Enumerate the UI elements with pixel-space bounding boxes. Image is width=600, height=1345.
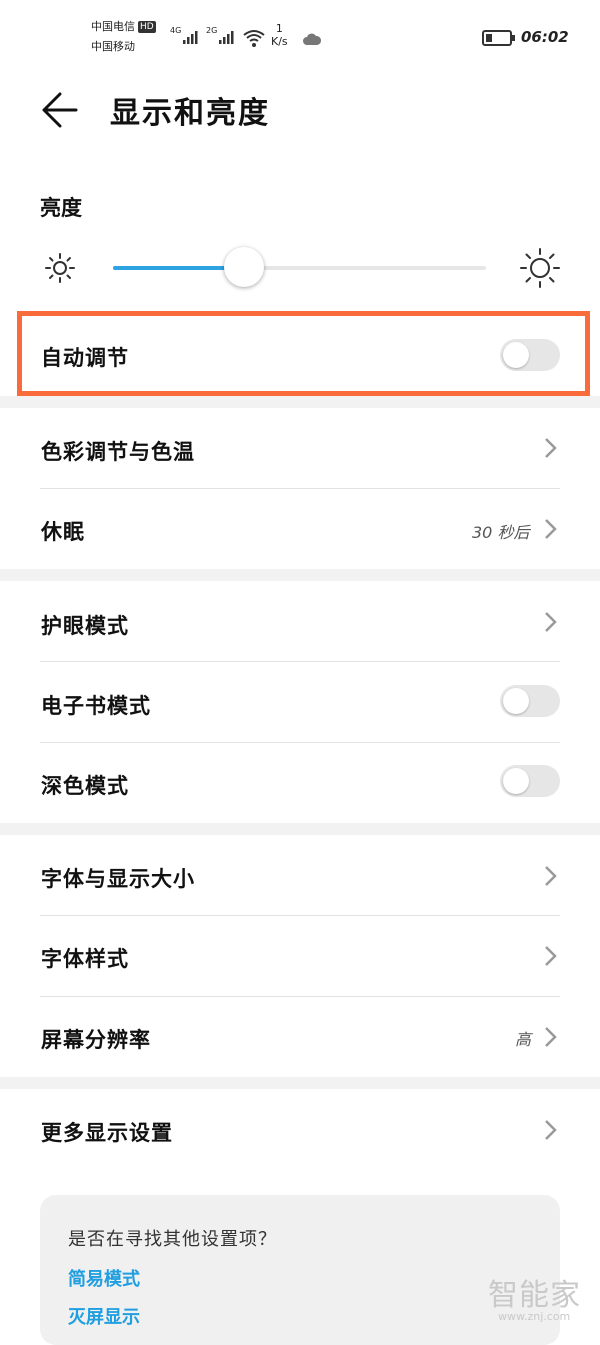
watermark-url: www.znj.com xyxy=(498,1310,571,1323)
hd-badge: HD xyxy=(138,21,156,33)
row-screen-resolution[interactable]: 屏幕分辨率 高 xyxy=(0,997,600,1077)
row-color-temperature[interactable]: 色彩调节与色温 xyxy=(0,408,600,488)
row-ebook-mode[interactable]: 电子书模式 xyxy=(0,662,600,742)
chevron-right-icon xyxy=(545,946,557,966)
chevron-right-icon xyxy=(545,1027,557,1047)
network-type-2: 2G xyxy=(206,26,218,35)
signal-icon xyxy=(183,31,198,44)
brightness-slider[interactable] xyxy=(113,247,486,287)
row-label: 字体与显示大小 xyxy=(41,867,195,891)
carrier-primary-label: 中国电信 xyxy=(91,20,135,33)
cloud-icon xyxy=(303,33,322,45)
row-label: 屏幕分辨率 xyxy=(41,1028,151,1052)
carrier-secondary: 中国移动 xyxy=(91,40,135,53)
ebook-mode-toggle[interactable] xyxy=(500,685,560,717)
row-label: 护眼模式 xyxy=(41,614,129,638)
chevron-right-icon xyxy=(545,612,557,632)
dark-mode-toggle[interactable] xyxy=(500,765,560,797)
network-type-1: 4G xyxy=(170,26,182,35)
watermark-logo: 智能家 xyxy=(488,1278,581,1313)
row-label: 更多显示设置 xyxy=(41,1121,173,1145)
row-label: 字体样式 xyxy=(41,947,129,971)
toggle-knob xyxy=(503,768,529,794)
section-gap xyxy=(0,1077,600,1089)
status-time: 06:02 xyxy=(521,28,569,46)
row-label: 深色模式 xyxy=(41,774,129,798)
row-font-display-size[interactable]: 字体与显示大小 xyxy=(0,835,600,915)
row-label: 色彩调节与色温 xyxy=(41,440,195,464)
sun-large-icon xyxy=(520,248,560,288)
link-simple-mode[interactable]: 简易模式 xyxy=(68,1265,140,1291)
resolution-value: 高 xyxy=(515,1030,532,1049)
chevron-right-icon xyxy=(545,519,557,539)
chevron-right-icon xyxy=(545,438,557,458)
row-font-style[interactable]: 字体样式 xyxy=(0,916,600,996)
row-more-display-settings[interactable]: 更多显示设置 xyxy=(0,1089,600,1169)
back-arrow-icon[interactable] xyxy=(38,88,82,132)
suggestions-title: 是否在寻找其他设置项？ xyxy=(68,1229,277,1250)
signal-icon-2 xyxy=(219,31,234,44)
page-title: 显示和亮度 xyxy=(110,96,270,131)
carrier-primary: 中国电信 HD xyxy=(91,20,156,34)
brightness-label: 亮度 xyxy=(40,196,82,220)
section-gap xyxy=(0,396,600,408)
wifi-icon xyxy=(243,30,265,47)
chevron-right-icon xyxy=(545,1120,557,1140)
section-gap xyxy=(0,823,600,835)
toggle-knob xyxy=(503,688,529,714)
highlight-box xyxy=(17,311,590,396)
row-label: 休眠 xyxy=(41,520,85,544)
row-dark-mode[interactable]: 深色模式 xyxy=(0,743,600,823)
row-sleep[interactable]: 休眠 30 秒后 xyxy=(0,489,600,569)
network-speed: 1 K/s xyxy=(271,22,288,48)
suggestions-card: 是否在寻找其他设置项？ 简易模式 灭屏显示 xyxy=(40,1195,560,1345)
battery-icon xyxy=(482,30,515,46)
chevron-right-icon xyxy=(545,866,557,886)
link-always-on-display[interactable]: 灭屏显示 xyxy=(68,1303,140,1329)
row-eye-comfort[interactable]: 护眼模式 xyxy=(0,581,600,661)
section-gap xyxy=(0,569,600,581)
network-speed-unit: K/s xyxy=(271,35,288,48)
brightness-slider-thumb[interactable] xyxy=(224,247,264,287)
sun-small-icon xyxy=(45,253,75,283)
network-speed-value: 1 xyxy=(275,22,283,35)
sleep-value: 30 秒后 xyxy=(472,523,530,542)
row-label: 电子书模式 xyxy=(41,694,151,718)
